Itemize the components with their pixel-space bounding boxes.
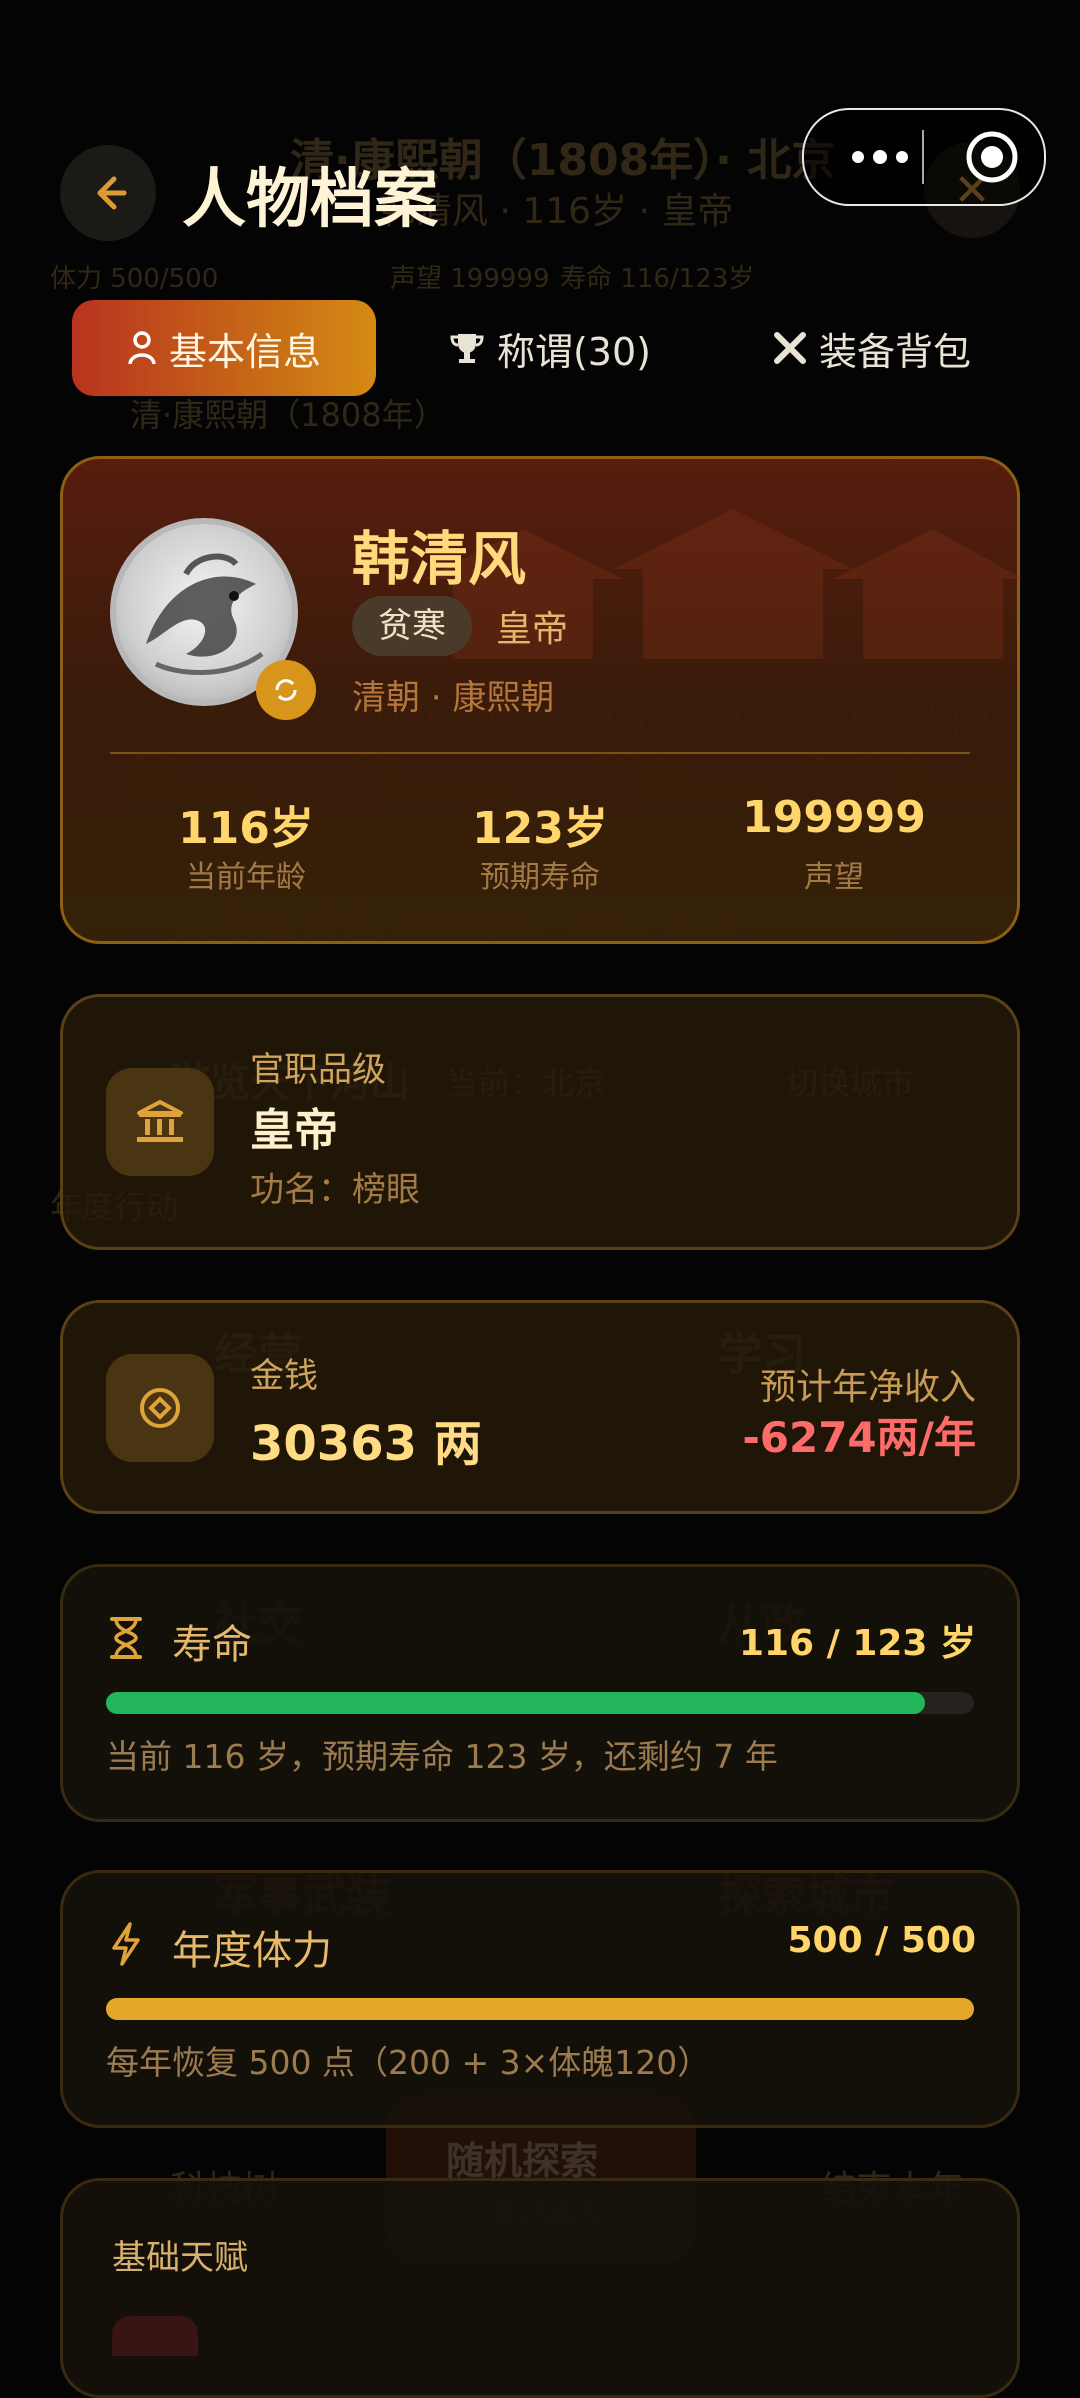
lifespan-title: 寿命 <box>172 1622 252 1668</box>
stamina-progress-bar <box>106 1998 974 2020</box>
tab-basic-info-label: 基本信息 <box>168 329 321 374</box>
stamina-title: 年度体力 <box>172 1928 332 1974</box>
bg-life: 寿命 116/123岁 <box>560 264 755 294</box>
stat-age-label: 当前年龄 <box>186 860 306 895</box>
more-button[interactable] <box>830 110 930 204</box>
stat-fame-value: 199999 <box>742 792 926 843</box>
stamina-progress-fill <box>106 1998 974 2020</box>
money-value: 30363 两 <box>250 1416 482 1472</box>
bg-era-pill: 清·康熙朝（1808年） <box>130 396 446 434</box>
profile-name: 韩清风 <box>352 525 527 593</box>
tab-equipment-label: 装备背包 <box>818 329 971 374</box>
trophy-icon <box>450 334 484 363</box>
back-button[interactable] <box>60 145 156 241</box>
stat-age-value: 116岁 <box>178 803 314 854</box>
bg-random-explore: 随机探索 <box>446 2139 599 2183</box>
stat-fame-label: 声望 <box>804 860 864 895</box>
tab-titles-label: 称谓(30) <box>496 329 651 374</box>
lifespan-progress-fill <box>106 1692 925 1714</box>
official-rank-label: 官职品级 <box>250 1050 386 1090</box>
annual-income-label: 预计年净收入 <box>759 1367 976 1408</box>
miniprogram-capsule <box>802 108 1046 206</box>
annual-income-value: -6274两/年 <box>742 1413 976 1462</box>
tab-titles[interactable]: 称谓(30) <box>430 300 670 396</box>
more-dots-icon <box>852 150 908 164</box>
talent-label: 基础天赋 <box>112 2238 248 2278</box>
bg-fame: 声望 199999 <box>390 264 550 294</box>
profile-rank: 皇帝 <box>496 609 569 650</box>
bg-stamina: 体力 500/500 <box>50 264 219 294</box>
hourglass-icon <box>110 1617 142 1659</box>
lightning-icon <box>112 1922 140 1966</box>
tab-basic-info[interactable]: 基本信息 <box>72 300 376 396</box>
lifespan-description: 当前 116 岁，预期寿命 123 岁，还剩约 7 年 <box>106 1737 778 1776</box>
official-merit: 功名：榜眼 <box>250 1170 420 1210</box>
status-badge: 贫寒 <box>352 596 472 656</box>
profile-era: 清朝 · 康熙朝 <box>352 678 555 718</box>
coin-icon <box>140 1388 180 1428</box>
money-label: 金钱 <box>250 1356 318 1396</box>
capsule-divider <box>922 130 924 184</box>
lifespan-progress-bar <box>106 1692 974 1714</box>
stamina-description: 每年恢复 500 点（200 + 3×体魄120） <box>106 2043 711 2082</box>
official-rank-value: 皇帝 <box>250 1105 338 1156</box>
talent-icon-box <box>112 2316 198 2356</box>
page-title: 人物档案 <box>182 163 438 237</box>
arrow-left-icon <box>97 176 127 210</box>
crossed-swords-icon <box>773 332 806 364</box>
change-avatar-button[interactable] <box>256 660 316 720</box>
official-icon-box <box>106 1068 214 1176</box>
exit-miniprogram-button[interactable] <box>942 110 1042 204</box>
stat-lifespan-label: 预期寿命 <box>480 860 600 895</box>
profile-divider <box>110 752 970 754</box>
government-building-icon <box>137 1100 183 1142</box>
person-icon <box>128 331 156 365</box>
stamina-value: 500 / 500 <box>787 1920 976 1961</box>
target-icon <box>966 131 1018 183</box>
tab-equipment[interactable]: 装备背包 <box>752 300 992 396</box>
talent-card <box>60 2178 1020 2398</box>
stat-lifespan-value: 123岁 <box>472 803 608 854</box>
lifespan-value: 116 / 123 岁 <box>738 1623 976 1664</box>
money-icon-box <box>106 1354 214 1462</box>
refresh-icon <box>275 679 297 701</box>
